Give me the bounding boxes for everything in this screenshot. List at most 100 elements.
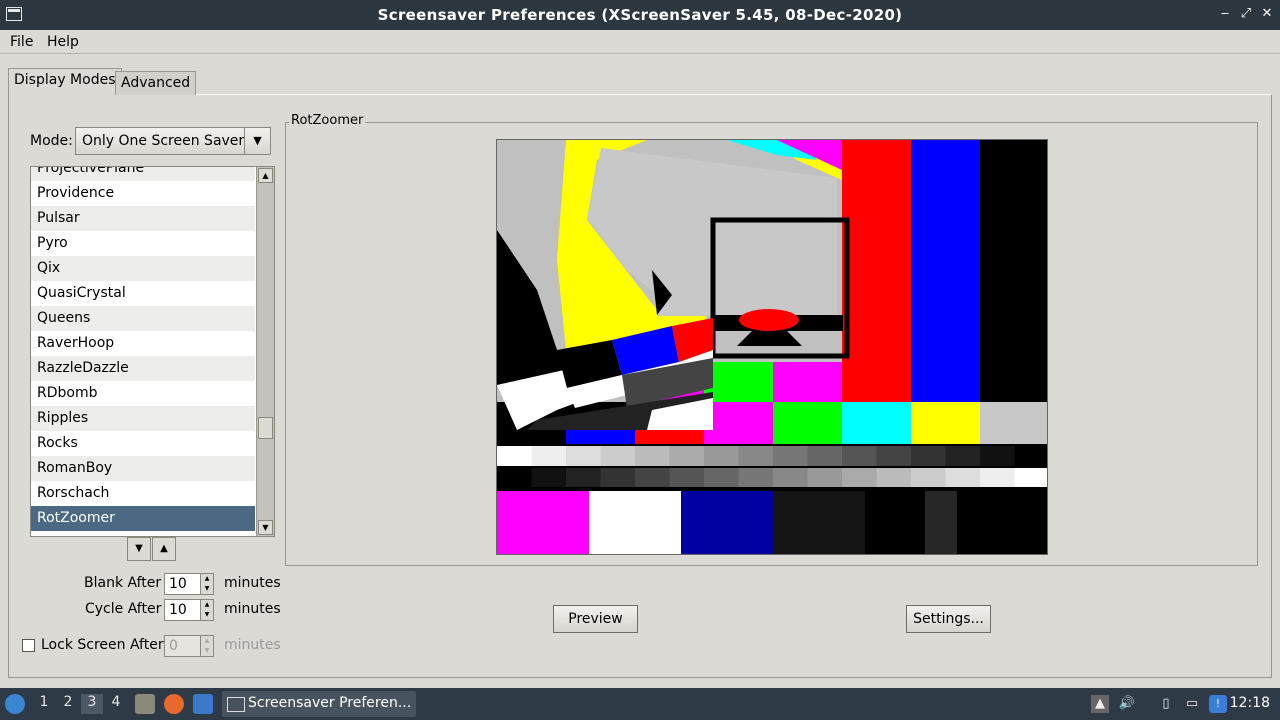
grey-ramp-cell — [669, 446, 705, 466]
grey-ramp-cell — [1014, 446, 1047, 466]
list-item[interactable]: RomanBoy — [31, 456, 255, 481]
blank-after-spinner[interactable]: 10 ▲ ▼ — [164, 573, 214, 595]
preview-frame-label: RotZoomer — [289, 113, 366, 128]
desktop-icon[interactable] — [193, 694, 213, 714]
minimize-icon[interactable]: ‒ — [1216, 5, 1234, 23]
grey-ramp-cell — [980, 446, 1015, 466]
next-saver-button[interactable]: ▼ — [127, 537, 151, 561]
settings-button[interactable]: Settings... — [906, 605, 991, 633]
chevron-down-icon[interactable]: ▼ — [244, 128, 270, 154]
cycle-after-label: Cycle After — [85, 601, 162, 617]
tab-display-modes[interactable]: Display Modes — [8, 68, 122, 95]
grey-ramp-cell — [531, 446, 567, 466]
menu-bar: File Help — [0, 30, 1280, 54]
screensaver-list-items: ProjectivePlane Providence Pulsar Pyro Qix Qu… — [31, 167, 255, 531]
grey-ramp-cell — [635, 468, 670, 487]
workspace-4[interactable]: 4 — [105, 694, 127, 714]
grey-ramp-cell — [635, 446, 670, 466]
grey-ramp-cell — [497, 468, 532, 487]
grey-ramp-cell — [704, 468, 739, 487]
task-screensaver-preferences[interactable]: Screensaver Preferen... — [222, 691, 416, 717]
grey-ramp-cell — [531, 468, 567, 487]
lock-screen-value: 0 — [169, 638, 178, 654]
lock-screen-label: Lock Screen After — [41, 637, 164, 653]
list-item[interactable]: RazzleDazzle — [31, 356, 255, 381]
scroll-up-icon[interactable]: ▲ — [258, 168, 273, 183]
grey-ramp-cell — [842, 446, 877, 466]
tray-up-arrow-icon[interactable]: ▲ — [1091, 695, 1109, 713]
list-item[interactable]: RotZoomer — [31, 506, 255, 531]
mode-label: Mode: — [30, 133, 73, 149]
menu-help[interactable]: Help — [47, 34, 79, 50]
grey-ramp-cell — [807, 446, 843, 466]
start-menu-icon[interactable] — [5, 694, 25, 714]
grey-ramp-cell — [945, 446, 981, 466]
grey-ramp-cell — [773, 468, 808, 487]
blank-after-value: 10 — [169, 576, 187, 592]
cycle-after-unit: minutes — [224, 601, 281, 617]
grey-ramp-cell — [566, 468, 601, 487]
list-item[interactable]: QuasiCrystal — [31, 281, 255, 306]
grey-ramp-cell — [945, 468, 981, 487]
list-item[interactable]: Pyro — [31, 231, 255, 256]
close-icon[interactable]: ✕ — [1258, 5, 1276, 23]
grey-ramp-cell — [911, 468, 946, 487]
clipboard-icon[interactable]: ▯ — [1157, 695, 1175, 713]
list-item[interactable]: Rorschach — [31, 481, 255, 506]
grey-ramp-cell — [704, 446, 739, 466]
spinner-arrows-icon: ▲ ▼ — [200, 636, 213, 656]
grey-ramp-cell — [842, 468, 877, 487]
title-bar: Screensaver Preferences (XScreenSaver 5.… — [0, 0, 1280, 30]
clock: 12:18 — [1229, 695, 1270, 711]
grey-ramp-cell — [497, 446, 532, 466]
list-item[interactable]: Providence — [31, 181, 255, 206]
grey-ramp-cell — [773, 446, 808, 466]
firefox-icon[interactable] — [164, 694, 184, 714]
menu-file[interactable]: File — [10, 34, 33, 50]
grey-ramp-cell — [566, 446, 601, 466]
grey-ramp-cell — [1014, 468, 1047, 487]
lock-screen-spinner: 0 ▲ ▼ — [164, 635, 214, 657]
mode-value: Only One Screen Saver — [82, 133, 245, 149]
lock-screen-checkbox[interactable] — [22, 639, 35, 652]
grey-ramp-cell — [600, 468, 636, 487]
list-item[interactable]: Rocks — [31, 431, 255, 456]
list-item[interactable]: RDbomb — [31, 381, 255, 406]
grey-ramp-cell — [669, 468, 705, 487]
mode-select[interactable]: Only One Screen Saver ▼ — [75, 127, 271, 155]
file-manager-icon[interactable] — [135, 694, 155, 714]
list-item[interactable]: ProjectivePlane — [31, 167, 255, 181]
grey-ramp-cell — [600, 446, 636, 466]
update-notifier-icon[interactable]: ! — [1209, 695, 1227, 713]
list-item[interactable]: Queens — [31, 306, 255, 331]
grey-ramp-cell — [980, 468, 1015, 487]
scrollbar-thumb[interactable] — [258, 417, 273, 439]
spinner-arrows-icon[interactable]: ▲ ▼ — [200, 574, 213, 594]
previous-saver-button[interactable]: ▲ — [152, 537, 176, 561]
lock-screen-unit: minutes — [224, 637, 281, 653]
network-icon[interactable]: ▭ — [1183, 695, 1201, 713]
list-scrollbar[interactable]: ▲ ▼ — [256, 167, 274, 536]
list-item[interactable]: Ripples — [31, 406, 255, 431]
list-item[interactable]: RaverHoop — [31, 331, 255, 356]
screensaver-list[interactable]: ProjectivePlane Providence Pulsar Pyro Qix Qu… — [30, 166, 275, 537]
workspace-1[interactable]: 1 — [33, 694, 55, 714]
workspace-3[interactable]: 3 — [81, 694, 103, 714]
cycle-after-spinner[interactable]: 10 ▲ ▼ — [164, 599, 214, 621]
test-pattern-preview-image — [497, 140, 1047, 554]
workspace-2[interactable]: 2 — [57, 694, 79, 714]
tab-advanced[interactable]: Advanced — [115, 71, 197, 95]
list-item[interactable]: Qix — [31, 256, 255, 281]
spinner-arrows-icon[interactable]: ▲ ▼ — [200, 600, 213, 620]
cycle-after-value: 10 — [169, 602, 187, 618]
preview-button[interactable]: Preview — [553, 605, 638, 633]
blank-after-unit: minutes — [224, 575, 281, 591]
scroll-down-icon[interactable]: ▼ — [258, 520, 273, 535]
window-title: Screensaver Preferences (XScreenSaver 5.… — [377, 6, 903, 24]
maximize-icon[interactable]: ⤢ — [1237, 5, 1255, 23]
blank-after-label: Blank After — [84, 575, 162, 591]
list-item[interactable]: Pulsar — [31, 206, 255, 231]
volume-icon[interactable]: 🔊 — [1118, 695, 1136, 713]
grey-ramp-cell — [876, 468, 912, 487]
screensaver-preview — [496, 139, 1048, 555]
